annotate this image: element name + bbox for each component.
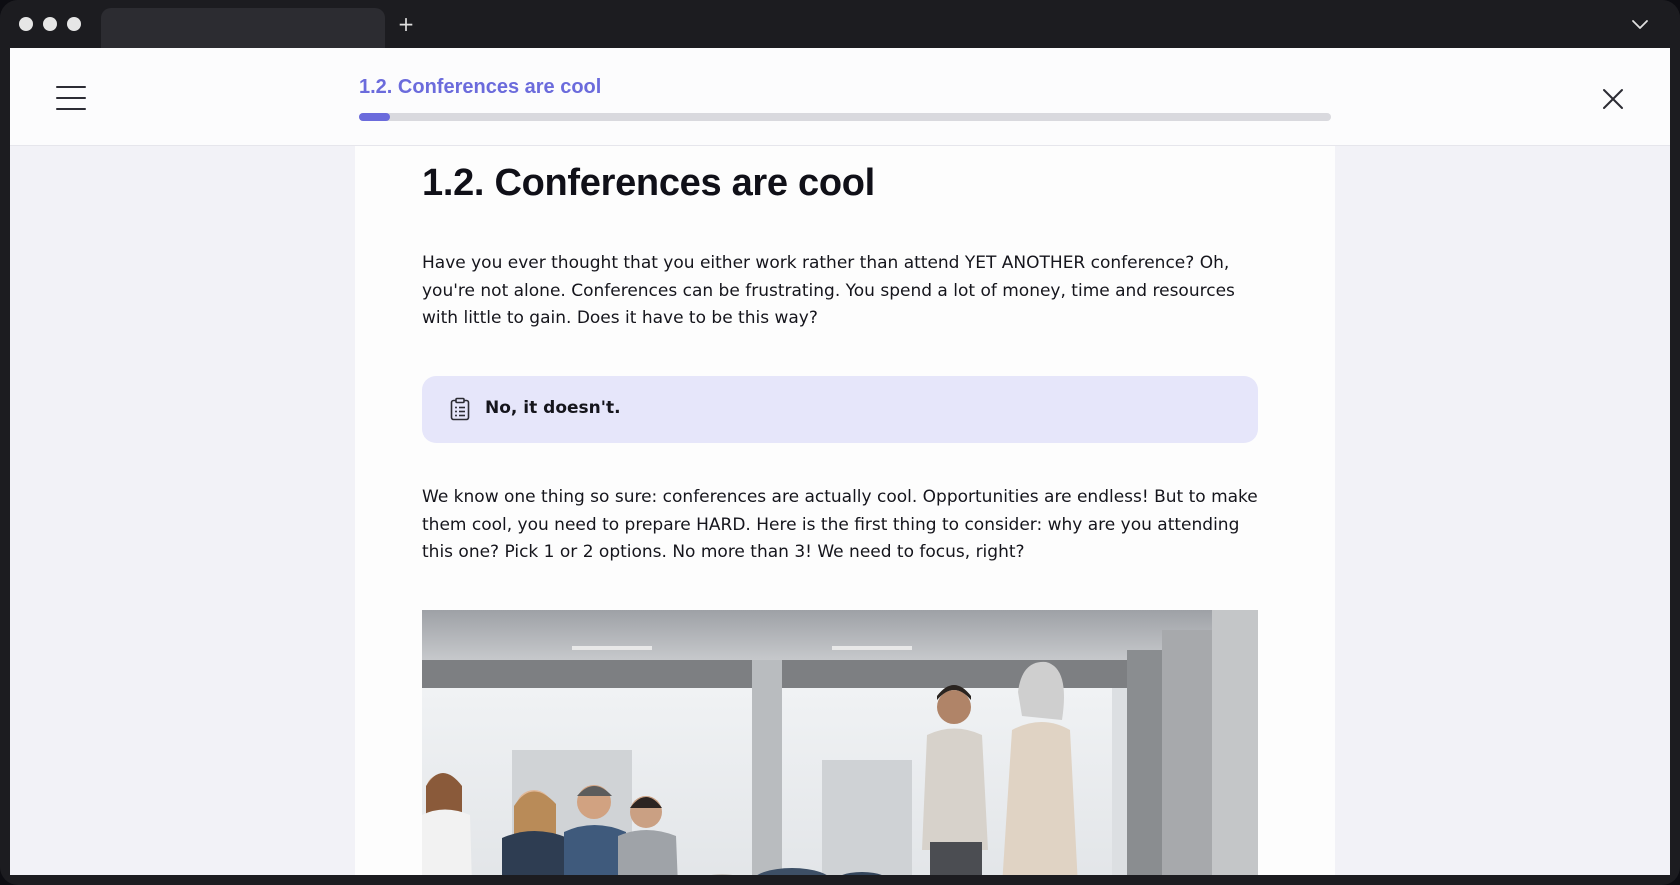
browser-tab[interactable]: [101, 8, 385, 48]
lesson-image: [422, 610, 1258, 875]
menu-icon[interactable]: [56, 86, 88, 112]
menu-icon-line: [56, 97, 86, 99]
meeting-photo-illustration: [422, 610, 1258, 875]
window-maximize-dot[interactable]: [67, 17, 81, 31]
menu-icon-line: [56, 86, 86, 88]
lesson-header: 1.2. Conferences are cool: [10, 48, 1670, 146]
lesson-heading: 1.2. Conferences are cool: [422, 162, 875, 204]
lesson-progress-bar: [359, 113, 1331, 121]
clipboard-icon: [450, 397, 470, 421]
lesson-paragraph: Have you ever thought that you either wo…: [422, 253, 1235, 328]
lesson-page: 1.2. Conferences are cool 1.2. Conferenc…: [10, 48, 1670, 875]
close-icon[interactable]: [1600, 86, 1626, 112]
new-tab-button[interactable]: +: [396, 14, 416, 34]
menu-icon-line: [56, 108, 86, 110]
lesson-title: 1.2. Conferences are cool: [359, 76, 602, 98]
lesson-paragraph: We know one thing so sure: conferences a…: [422, 487, 1258, 562]
window-minimize-dot[interactable]: [43, 17, 57, 31]
callout-box: No, it doesn't.: [422, 376, 1258, 443]
window-close-dot[interactable]: [19, 17, 33, 31]
browser-title-bar: +: [0, 0, 1680, 48]
lesson-content: 1.2. Conferences are cool Have you ever …: [355, 146, 1335, 875]
browser-window: + 1.2. Conferences are cool 1.2. Confere…: [0, 0, 1680, 885]
chevron-down-icon[interactable]: [1630, 16, 1650, 32]
lesson-progress-fill: [359, 113, 391, 121]
callout-text: No, it doesn't.: [485, 398, 621, 418]
